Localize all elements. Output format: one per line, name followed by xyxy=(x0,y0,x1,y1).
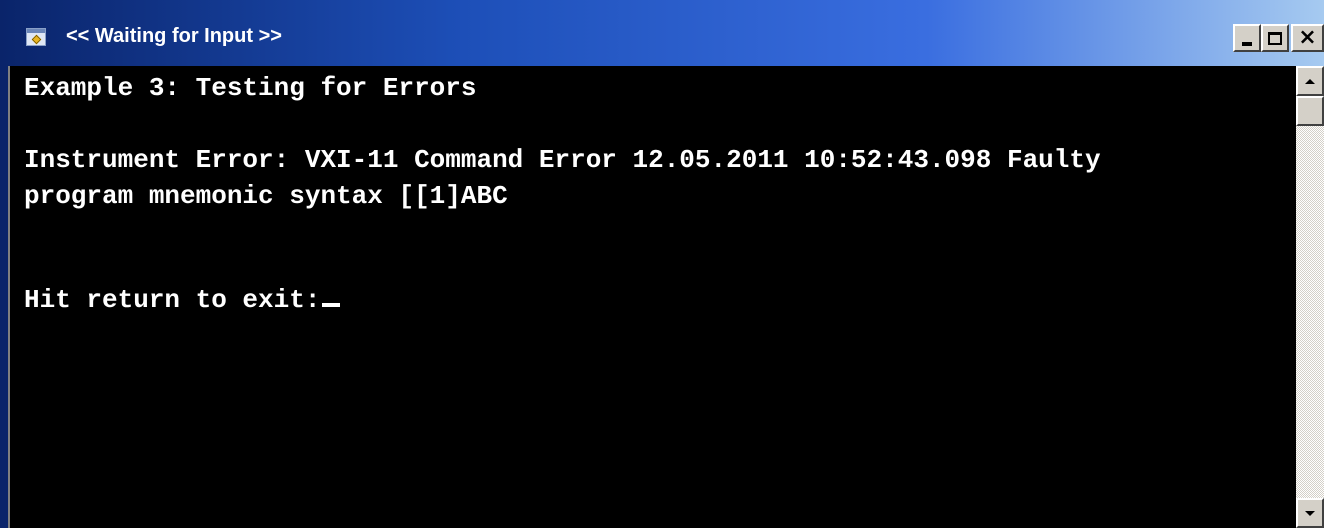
close-icon: × xyxy=(1298,25,1317,50)
console-line-error: Instrument Error: VXI-11 Command Error 1… xyxy=(24,145,1101,175)
maximize-button[interactable] xyxy=(1261,24,1289,52)
console-output[interactable]: Example 3: Testing for Errors Instrument… xyxy=(8,66,1296,528)
maximize-icon xyxy=(1268,31,1282,45)
console-prompt: Hit return to exit: xyxy=(24,285,321,315)
text-cursor xyxy=(322,303,341,307)
scroll-down-button[interactable] xyxy=(1296,498,1324,528)
vertical-scrollbar[interactable] xyxy=(1296,66,1324,528)
minimize-button[interactable] xyxy=(1233,24,1261,52)
minimize-icon xyxy=(1242,42,1252,46)
window-title: << Waiting for Input >> xyxy=(66,25,282,47)
scroll-down-arrow-icon xyxy=(1305,510,1315,516)
console-prompt-line[interactable]: Hit return to exit: xyxy=(24,284,341,316)
scroll-up-arrow-icon xyxy=(1305,78,1315,84)
console-line-error-cont: program mnemonic syntax [[1]ABC xyxy=(24,181,508,211)
close-button[interactable]: × xyxy=(1291,24,1324,52)
title-bar[interactable]: << Waiting for Input >> × xyxy=(0,0,1324,66)
console-app-icon[interactable] xyxy=(26,28,46,46)
console-window: << Waiting for Input >> × Example 3: Tes… xyxy=(0,0,1324,528)
scroll-up-button[interactable] xyxy=(1296,66,1324,96)
console-line-heading: Example 3: Testing for Errors xyxy=(24,73,477,103)
scroll-thumb[interactable] xyxy=(1296,96,1324,126)
